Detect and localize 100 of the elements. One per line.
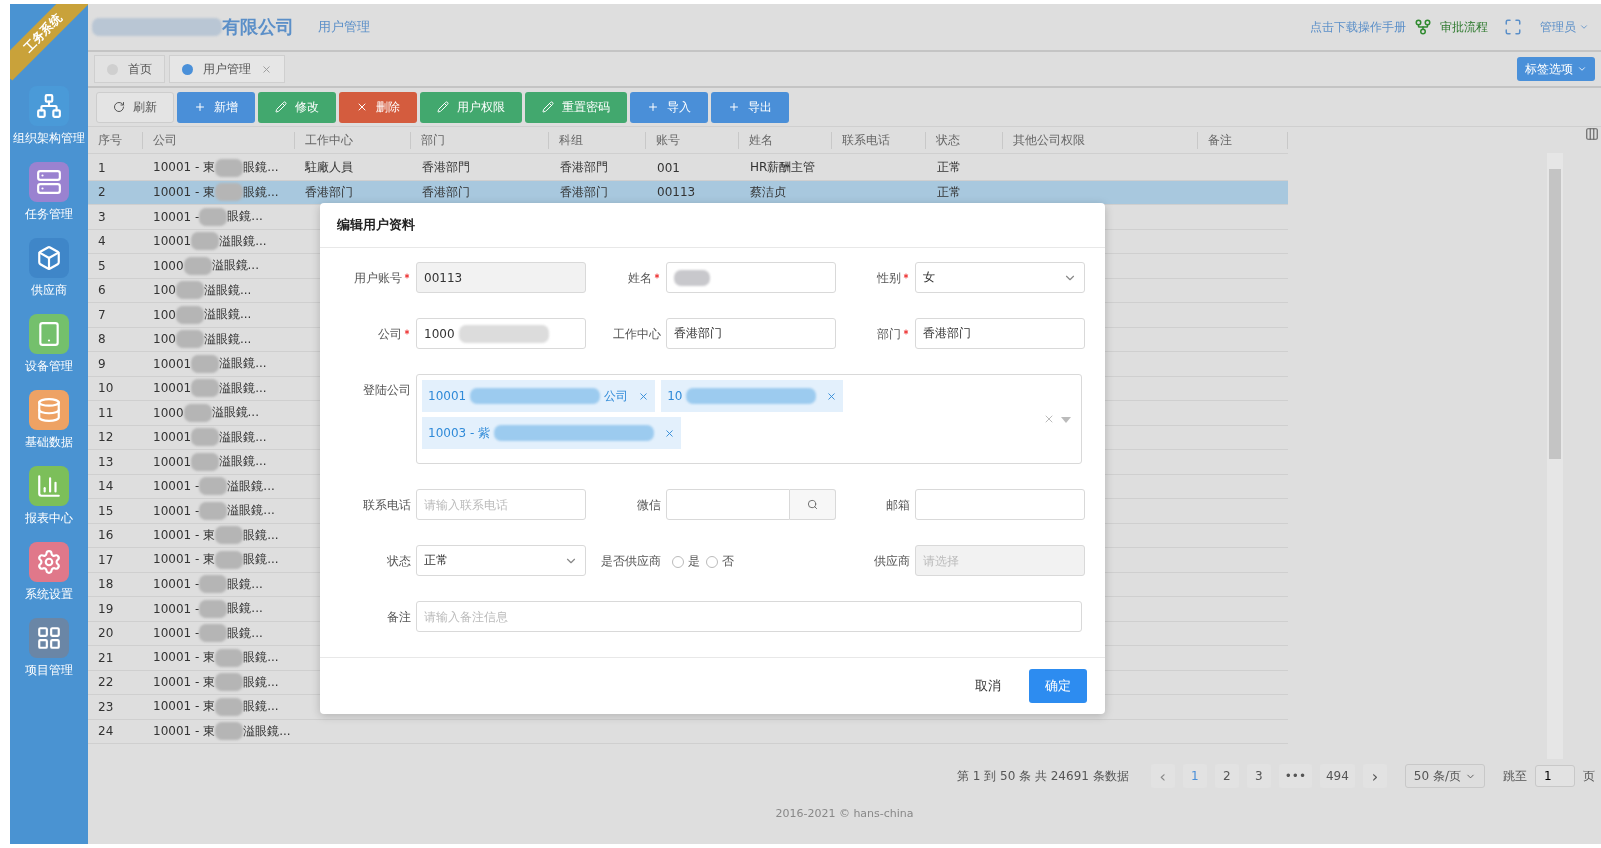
page-button[interactable]: 3: [1246, 764, 1271, 788]
sidebar-label: 供应商: [31, 282, 67, 299]
text-input[interactable]: 请输入备注信息: [424, 609, 1074, 624]
confirm-button[interactable]: 确定: [1029, 669, 1087, 704]
field-label: 联系电话: [362, 497, 412, 515]
sidebar-item[interactable]: 系统设置: [25, 542, 73, 603]
column-header[interactable]: 公司: [142, 131, 295, 149]
radio-option[interactable]: 否: [706, 545, 734, 571]
tab-options-button[interactable]: 标签选项: [1517, 57, 1595, 81]
blurred-area: [215, 722, 244, 741]
toolbar-button[interactable]: 重置密码: [525, 91, 627, 123]
select-value: 1000: [424, 326, 455, 341]
table-cell-text: 12: [97, 430, 115, 445]
next-page-button[interactable]: ›: [1362, 764, 1387, 788]
sidebar-label: 报表中心: [25, 510, 73, 527]
user-menu[interactable]: 管理员: [1540, 18, 1589, 36]
page-button[interactable]: 2: [1214, 764, 1239, 788]
text-input[interactable]: 请输入联系电话: [424, 497, 578, 512]
sidebar-item[interactable]: 基础数据: [25, 390, 73, 451]
close-icon[interactable]: [638, 390, 650, 402]
close-icon[interactable]: [261, 63, 272, 75]
toolbar-button[interactable]: 新增: [177, 91, 255, 123]
scrollbar[interactable]: [1547, 153, 1563, 759]
sidebar-item[interactable]: 报表中心: [25, 466, 73, 527]
toolbar-button[interactable]: 导出: [711, 91, 789, 123]
table-cell-text: 10001 - 東 眼鏡...: [152, 648, 280, 667]
text-field[interactable]: 香港部门: [666, 318, 836, 350]
table-cell-text: 10001 - 眼鏡...: [152, 207, 264, 226]
column-header[interactable]: 备注: [1198, 131, 1288, 149]
manual-link[interactable]: 点击下载操作手册: [1310, 18, 1406, 36]
table-cell-text: 1000 溢眼鏡...: [152, 403, 260, 422]
select-value: 正常: [424, 552, 449, 570]
column-header[interactable]: 序号: [88, 131, 143, 149]
sidebar-item[interactable]: 供应商: [29, 238, 69, 299]
field-label: 邮箱: [885, 497, 911, 515]
page-button[interactable]: •••: [1278, 764, 1312, 788]
text-field[interactable]: 香港部门: [915, 318, 1085, 350]
select-field[interactable]: 正常: [416, 545, 586, 577]
sidebar-item[interactable]: 项目管理: [25, 618, 73, 679]
tag-text: 10: [667, 389, 683, 404]
toolbar-button[interactable]: 用户权限: [420, 91, 522, 123]
blurred-area: [215, 158, 244, 177]
page-tab[interactable]: 用户管理: [169, 55, 285, 83]
table-cell-text: 100 溢眼鏡...: [152, 330, 253, 349]
fullscreen-icon[interactable]: [1504, 18, 1522, 36]
table-cell: 10001 - 東 溢眼鏡...: [143, 722, 295, 741]
tab-label: 用户管理: [203, 60, 251, 78]
name-field[interactable]: [666, 262, 836, 294]
fork-icon[interactable]: [1414, 18, 1432, 36]
text-input[interactable]: 香港部门: [923, 326, 1077, 341]
page-button[interactable]: 494: [1319, 764, 1355, 788]
table-cell-text: HR薪酬主管: [749, 159, 817, 177]
column-header[interactable]: 姓名: [738, 131, 832, 149]
wechat-field[interactable]: [666, 489, 790, 521]
column-header[interactable]: 工作中心: [294, 131, 412, 149]
table-cell-text: 蔡洁贞: [749, 183, 787, 201]
toolbar-button[interactable]: 刷新: [96, 91, 174, 123]
sidebar-item[interactable]: 组织架构管理: [13, 86, 85, 147]
close-icon[interactable]: [664, 427, 676, 439]
radio-option[interactable]: 是: [672, 545, 700, 571]
table-row[interactable]: 24 10001 - 東 溢眼鏡...: [88, 719, 1288, 744]
sidebar-item[interactable]: 任务管理: [25, 162, 73, 223]
select-field[interactable]: 女: [915, 262, 1085, 294]
jump-input[interactable]: 1: [1535, 765, 1575, 787]
column-header[interactable]: 其他公司权限: [1003, 131, 1199, 149]
table-cell-text: 10001 - 眼鏡...: [152, 599, 264, 618]
sidebar-label: 项目管理: [25, 662, 73, 679]
toolbar-button[interactable]: 修改: [258, 91, 336, 123]
workflow-link[interactable]: 审批流程: [1440, 18, 1488, 36]
radio-circle[interactable]: [672, 555, 684, 568]
sidebar-label: 设备管理: [25, 358, 73, 375]
blurred-area: [191, 354, 220, 373]
prev-page-button[interactable]: ‹: [1150, 764, 1175, 788]
search-button[interactable]: [790, 489, 836, 521]
tag-select[interactable]: 10001 公司 10 10003 - 紫: [416, 374, 1082, 465]
column-header[interactable]: 部门: [411, 131, 550, 149]
text-input[interactable]: 香港部门: [674, 326, 828, 341]
table-row[interactable]: 1 10001 - 東 眼鏡... 駐廠人員 香港部門 香港部門 001 HR薪酬主管 正常: [88, 156, 1288, 181]
close-icon[interactable]: [826, 390, 838, 402]
radio-circle[interactable]: [706, 555, 718, 568]
field-label: 部门: [836, 318, 915, 344]
column-header[interactable]: 状态: [925, 131, 1004, 149]
column-header[interactable]: 联系电话: [831, 131, 926, 149]
field-label: 状态: [386, 553, 412, 571]
column-header[interactable]: 科组: [549, 131, 647, 149]
columns-icon[interactable]: [1585, 127, 1599, 141]
toolbar-button[interactable]: 删除: [339, 91, 417, 123]
plus-icon: [647, 101, 659, 113]
page-tab[interactable]: 首页: [94, 55, 165, 83]
tag-text: 10003 - 紫: [428, 424, 491, 442]
text-field[interactable]: 请输入联系电话: [416, 489, 586, 521]
plus-icon: [194, 101, 206, 113]
page-size-select[interactable]: 50 条/页: [1404, 764, 1485, 788]
page-button[interactable]: 1: [1182, 764, 1207, 788]
remark-field[interactable]: 请输入备注信息: [416, 601, 1082, 633]
company-select[interactable]: 1000: [416, 318, 586, 350]
sidebar-item[interactable]: 设备管理: [25, 314, 73, 375]
text-field[interactable]: [915, 489, 1085, 521]
toolbar-button[interactable]: 导入: [630, 91, 708, 123]
column-header[interactable]: 账号: [646, 131, 739, 149]
